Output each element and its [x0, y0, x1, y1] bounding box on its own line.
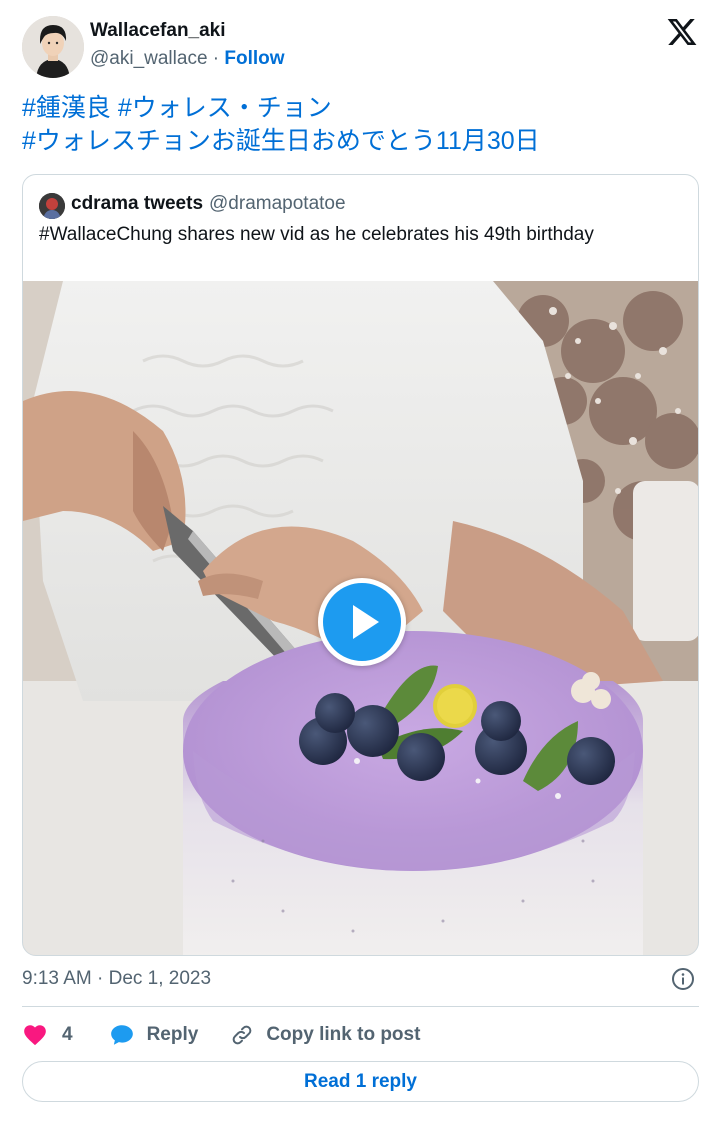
- quoted-text: #WallaceChung shares new vid as he celeb…: [39, 224, 594, 245]
- quoted-display-name: cdrama tweets: [71, 193, 204, 214]
- play-icon: [353, 605, 379, 639]
- tweet-hashtags-line-1[interactable]: #鍾漢良 #ウォレス・チョン: [22, 92, 692, 125]
- follow-button[interactable]: Follow: [224, 48, 284, 69]
- tweet-timestamp[interactable]: 9:13 AM · Dec 1, 2023: [22, 968, 211, 990]
- quoted-tweet-card[interactable]: cdrama tweets @dramapotatoe #WallaceChung…: [22, 174, 699, 956]
- like-button[interactable]: 4: [22, 1022, 73, 1048]
- reply-button[interactable]: Reply: [109, 1022, 199, 1048]
- tweet-text: #鍾漢良 #ウォレス・チョン #ウォレスチョンお誕生日おめでとう11月30日: [22, 92, 692, 158]
- author-handle-row: @aki_wallace · Follow: [90, 48, 285, 70]
- speech-bubble-icon: [110, 1025, 133, 1045]
- tweet-hashtags-line-2[interactable]: #ウォレスチョンお誕生日おめでとう11月30日: [22, 125, 692, 158]
- info-icon[interactable]: [671, 967, 695, 991]
- reply-label: Reply: [146, 1024, 199, 1045]
- handle-separator: ·: [207, 48, 225, 69]
- author-avatar[interactable]: [22, 16, 84, 78]
- video-thumbnail[interactable]: [23, 281, 698, 955]
- x-logo-icon[interactable]: [666, 16, 698, 48]
- copy-link-label: Copy link to post: [266, 1024, 421, 1045]
- footer-divider: [22, 1006, 699, 1007]
- quoted-author-row: cdrama tweets @dramapotatoe: [71, 193, 346, 215]
- link-icon: [232, 1025, 252, 1045]
- tweet-actions: 4 Reply Copy link to post: [22, 1018, 420, 1052]
- author-handle[interactable]: @aki_wallace: [90, 48, 208, 69]
- tweet-card: Wallacefan_aki @aki_wallace · Follow #鍾漢…: [0, 0, 720, 1123]
- like-count: 4: [62, 1024, 73, 1045]
- play-button[interactable]: [318, 578, 406, 666]
- quoted-handle: @dramapotatoe: [209, 193, 346, 214]
- author-display-name[interactable]: Wallacefan_aki: [90, 20, 226, 42]
- read-replies-button[interactable]: Read 1 reply: [22, 1061, 699, 1102]
- heart-icon: [24, 1025, 46, 1046]
- quoted-author-avatar: [39, 193, 65, 219]
- copy-link-button[interactable]: Copy link to post: [230, 1023, 420, 1047]
